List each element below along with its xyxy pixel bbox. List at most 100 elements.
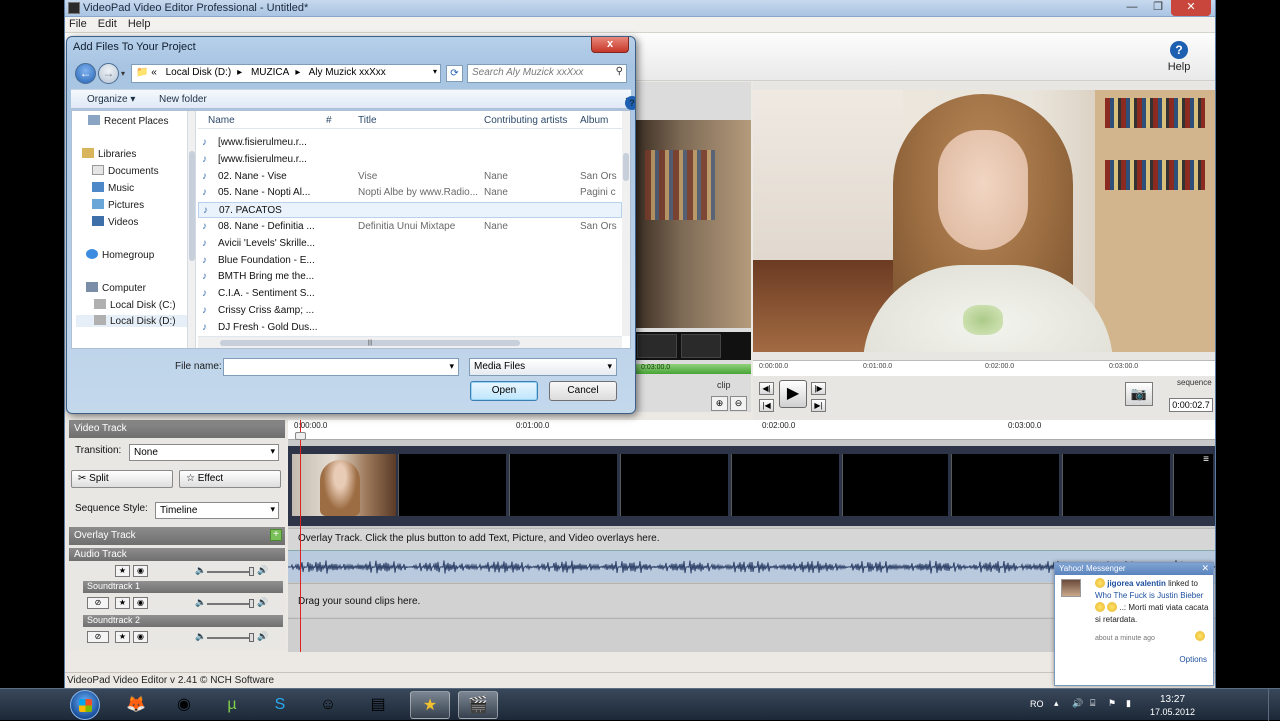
file-row[interactable]: ♪ Crissy Criss &amp; ... [198,303,622,319]
tree-videos[interactable]: Videos [92,216,138,228]
video-clip-frame[interactable] [842,454,948,516]
soundtrack2-lock-icon[interactable]: ⊘ [87,631,109,643]
language-indicator[interactable]: RO [1030,699,1044,709]
shared-link[interactable]: Who The Fuck is Justin Bieber [1095,591,1203,600]
address-dropdown-icon[interactable]: ▾ [433,67,437,76]
tree-homegroup[interactable]: Homegroup [86,249,154,261]
start-button[interactable] [70,690,100,720]
file-row[interactable]: ♪ Blue Foundation - E... [198,253,622,269]
col-name[interactable]: Name [208,115,235,126]
go-start-icon[interactable]: |◀ [759,399,774,412]
audio-volume-slider[interactable] [207,571,253,573]
soundtrack1-mute-icon[interactable]: ◉ [133,597,148,609]
clip-menu-icon[interactable]: ≡ [1203,454,1209,465]
soundtrack1-volume-slider[interactable] [207,603,253,605]
tree-scrollbar[interactable] [188,111,196,348]
file-list-vscroll-thumb[interactable] [623,153,629,181]
help-button[interactable]: ? Help [1161,41,1197,73]
messenger-icon[interactable]: ☺ [308,691,348,719]
messenger-options-link[interactable]: Options [1179,655,1207,664]
tree-documents[interactable]: Documents [92,165,159,177]
video-clip-frame[interactable] [509,454,617,516]
split-button[interactable]: ✂ Split [71,470,173,488]
dialog-close-button[interactable]: x [591,37,629,53]
overlay-track-lane[interactable]: Overlay Track. Click the plus button to … [288,528,1215,550]
file-row[interactable]: ♪ Avicii 'Levels' Skrille... [198,236,622,252]
menu-edit[interactable]: Edit [94,17,121,31]
file-row[interactable]: ♪ 07. PACATOS [198,202,622,219]
file-row[interactable]: ♪ 08. Nane - Definitia ... Definitia Unui … [198,219,622,235]
clock-date[interactable]: 17.05.2012 [1150,707,1195,717]
add-overlay-plus-icon[interactable]: + [270,529,282,541]
soundtrack2-mute-icon[interactable]: ◉ [133,631,148,643]
file-name-input[interactable] [223,358,459,376]
timeline-ruler[interactable]: 0:00:00.0 0:01:00.0 0:02:00.0 0:03:00.0 [288,420,1215,440]
soundtrack1-lock-icon[interactable]: ⊘ [87,597,109,609]
soundtrack1-volume-knob[interactable] [249,599,254,608]
zoom-out-icon[interactable]: ⊖ [730,396,747,411]
sequence-ruler[interactable]: 0:00:00.0 0:01:00.0 0:02:00.0 0:03:00.0 [753,360,1215,376]
go-end-icon[interactable]: ▶| [811,399,826,412]
maximize-button[interactable]: ❐ [1145,0,1171,16]
file-list-vscrollbar[interactable] [622,111,630,336]
soundtrack2-star-icon[interactable]: ★ [115,631,130,643]
notes-icon[interactable]: ▤ [358,691,398,719]
video-clip-frame[interactable] [1062,454,1170,516]
skype-icon[interactable]: S [260,691,300,719]
sequence-time-field[interactable]: 0:00:02.7 [1169,398,1213,412]
col-album[interactable]: Album [580,115,608,126]
firefox-icon[interactable]: 🦊 [116,691,156,719]
sender-name[interactable]: jigorea valentin [1107,579,1166,588]
power-icon[interactable]: ▮ [1126,698,1131,709]
organize-menu[interactable]: Organize ▾ [87,94,135,105]
col-title[interactable]: Title [358,115,377,126]
video-clip-frame[interactable] [731,454,839,516]
close-button[interactable]: ✕ [1171,0,1211,16]
refresh-icon[interactable]: ⟳ [446,65,463,82]
file-list-hscroll-thumb[interactable]: ||| [220,340,520,346]
tree-local-disk-c[interactable]: Local Disk (C:) [94,299,176,311]
file-row[interactable]: ♪ C.I.A. - Sentiment S... [198,286,622,302]
forward-arrow-icon[interactable]: → [98,63,119,84]
cancel-button[interactable]: Cancel [549,381,617,401]
file-row[interactable]: ♪ DJ Fresh - Gold Dus... [198,320,622,336]
back-arrow-icon[interactable]: ← [75,63,96,84]
audio-volume-knob[interactable] [249,567,254,576]
search-input[interactable]: Search Aly Muzick xxXxx ⚲ [467,64,627,83]
messenger-close-icon[interactable]: ✕ [1201,563,1209,574]
soundtrack2-volume-knob[interactable] [249,633,254,642]
flag-icon[interactable]: ⚑ [1108,698,1116,709]
soundtrack2-volume-slider[interactable] [207,637,253,639]
snapshot-camera-icon[interactable]: 📷 [1125,382,1153,406]
history-dropdown-icon[interactable]: ▾ [121,69,125,78]
network-icon[interactable]: ⌸ [1090,698,1095,709]
open-button[interactable]: Open [470,381,538,401]
audio-mute-icon[interactable]: ◉ [133,565,148,577]
breadcrumb-muzica[interactable]: MUZICA [251,67,289,78]
file-row[interactable]: ♪ BMTH Bring me the... [198,269,622,285]
videopad-icon[interactable]: 🎬 [458,691,498,719]
file-list-hscrollbar[interactable]: ||| [198,336,622,348]
tray-expand-icon[interactable]: ▴ [1054,698,1059,709]
minimize-button[interactable]: — [1119,0,1145,16]
video-clip-thumbnail[interactable] [292,454,396,516]
video-clip-frame[interactable] [398,454,506,516]
prev-frame-icon[interactable]: ◀| [759,382,774,395]
file-type-select[interactable]: Media Files [469,358,617,376]
timeline-playhead[interactable] [300,420,301,652]
file-row[interactable]: ♪ 02. Nane - Vise Vise Nane San Ors [198,169,622,185]
messenger-notification[interactable]: Yahoo! Messenger ✕ jigorea valentin link… [1054,562,1214,686]
col-number[interactable]: # [326,115,332,126]
new-folder-button[interactable]: New folder [159,94,207,105]
video-clip-frame[interactable] [951,454,1059,516]
clock-time[interactable]: 13:27 [1160,694,1185,705]
transition-select[interactable]: None [129,444,279,461]
playhead-handle[interactable] [295,432,306,440]
tree-recent-places[interactable]: Recent Places [88,115,168,127]
tree-pictures[interactable]: Pictures [92,199,144,211]
audio-star-icon[interactable]: ★ [115,565,130,577]
zoom-in-icon[interactable]: ⊕ [711,396,728,411]
next-frame-icon[interactable]: |▶ [811,382,826,395]
utorrent-icon[interactable]: µ [212,691,252,719]
file-row[interactable]: ♪ 05. Nane - Nopti Al... Nopti Albe by www… [198,185,622,201]
